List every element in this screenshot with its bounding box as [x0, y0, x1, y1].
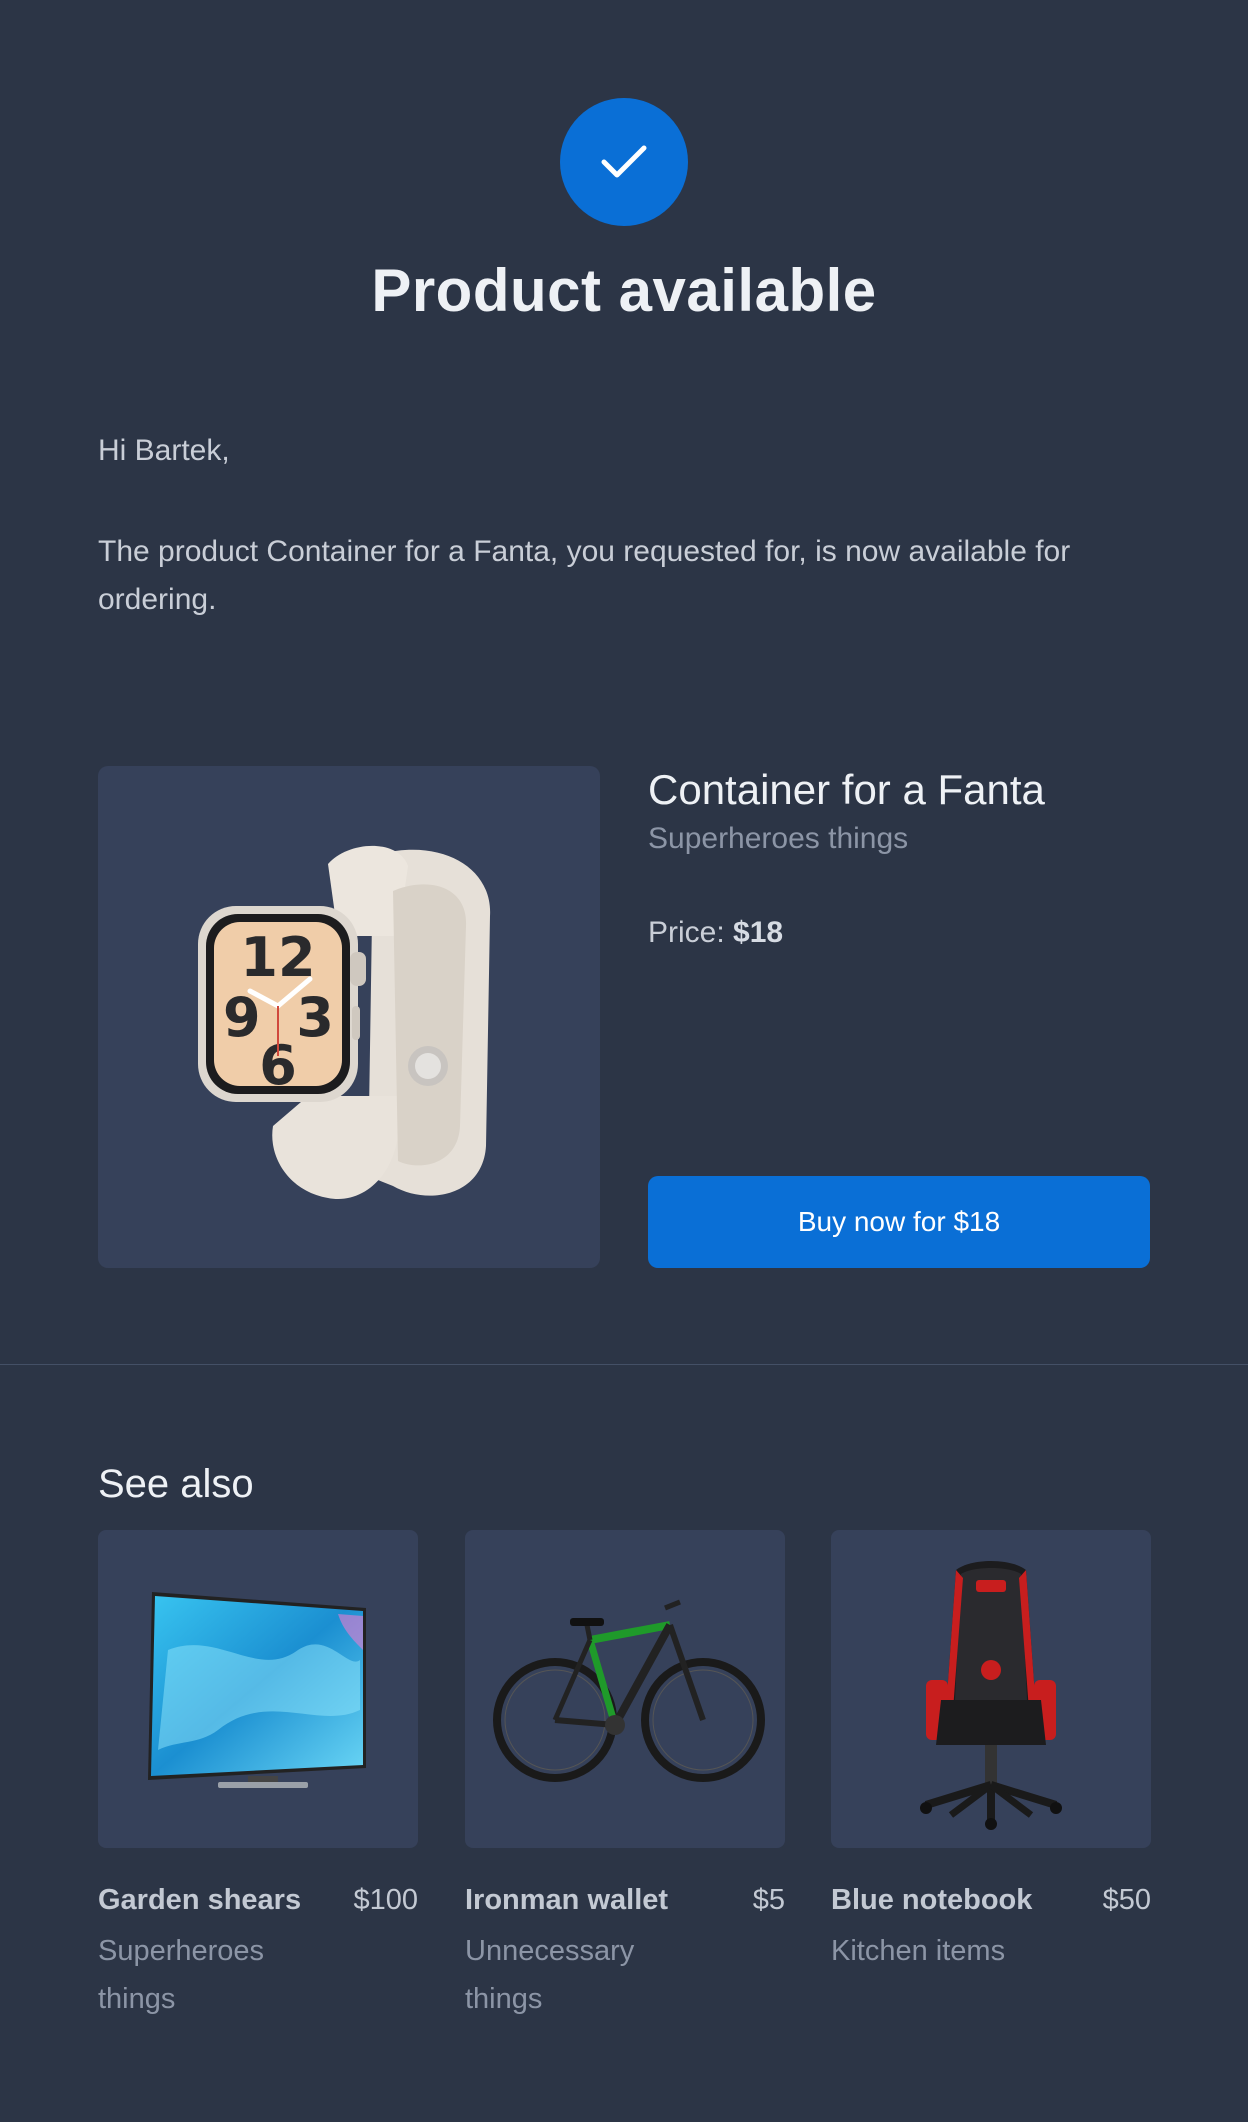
smartwatch-image: 12 9 3 6 — [198, 845, 491, 1200]
tv-image — [148, 1592, 366, 1788]
product-name: Container for a Fanta — [648, 766, 1045, 813]
card-image[interactable] — [831, 1530, 1151, 1848]
card-category: Unnecessary things — [465, 1935, 635, 2015]
see-also-card[interactable]: Blue notebook $50 Kitchen items — [831, 1530, 1151, 1975]
card-price: $50 — [1102, 1884, 1151, 1916]
buy-now-button[interactable]: Buy now for $18 — [648, 1176, 1150, 1268]
see-also-card[interactable]: Ironman wallet $5 Unnecessary things — [465, 1530, 785, 2023]
see-also-heading: See also — [98, 1462, 254, 1506]
page-title: Product available — [371, 257, 877, 324]
product-category: Superheroes things — [648, 822, 909, 855]
card-name[interactable]: Blue notebook — [831, 1884, 1032, 1917]
card-image[interactable] — [465, 1530, 785, 1848]
see-also-card[interactable]: Garden shears $100 Superheroes things — [98, 1530, 418, 2023]
success-badge — [560, 98, 688, 226]
card-name[interactable]: Ironman wallet — [465, 1884, 668, 1917]
product-price: Price: $18 — [648, 916, 783, 950]
bicycle-image — [493, 1599, 765, 1782]
greeting-text: Hi Bartek, — [98, 434, 230, 467]
product-image[interactable]: 12 9 3 6 — [98, 766, 600, 1268]
card-name[interactable]: Garden shears — [98, 1884, 301, 1917]
card-price: $5 — [752, 1884, 785, 1916]
card-image[interactable] — [98, 1530, 418, 1848]
card-category: Superheroes things — [98, 1935, 265, 2015]
section-divider — [0, 1364, 1248, 1365]
price-value: $18 — [733, 916, 784, 949]
checkmark-icon — [601, 145, 647, 178]
card-price: $100 — [353, 1884, 418, 1916]
card-category: Kitchen items — [831, 1935, 1006, 1967]
svg-text:12: 12 — [240, 926, 315, 989]
availability-message: The product Container for a Fanta, you r… — [98, 535, 1071, 616]
gaming-chair-image — [920, 1561, 1062, 1830]
svg-text:3: 3 — [296, 986, 334, 1049]
price-label: Price: — [648, 916, 725, 949]
